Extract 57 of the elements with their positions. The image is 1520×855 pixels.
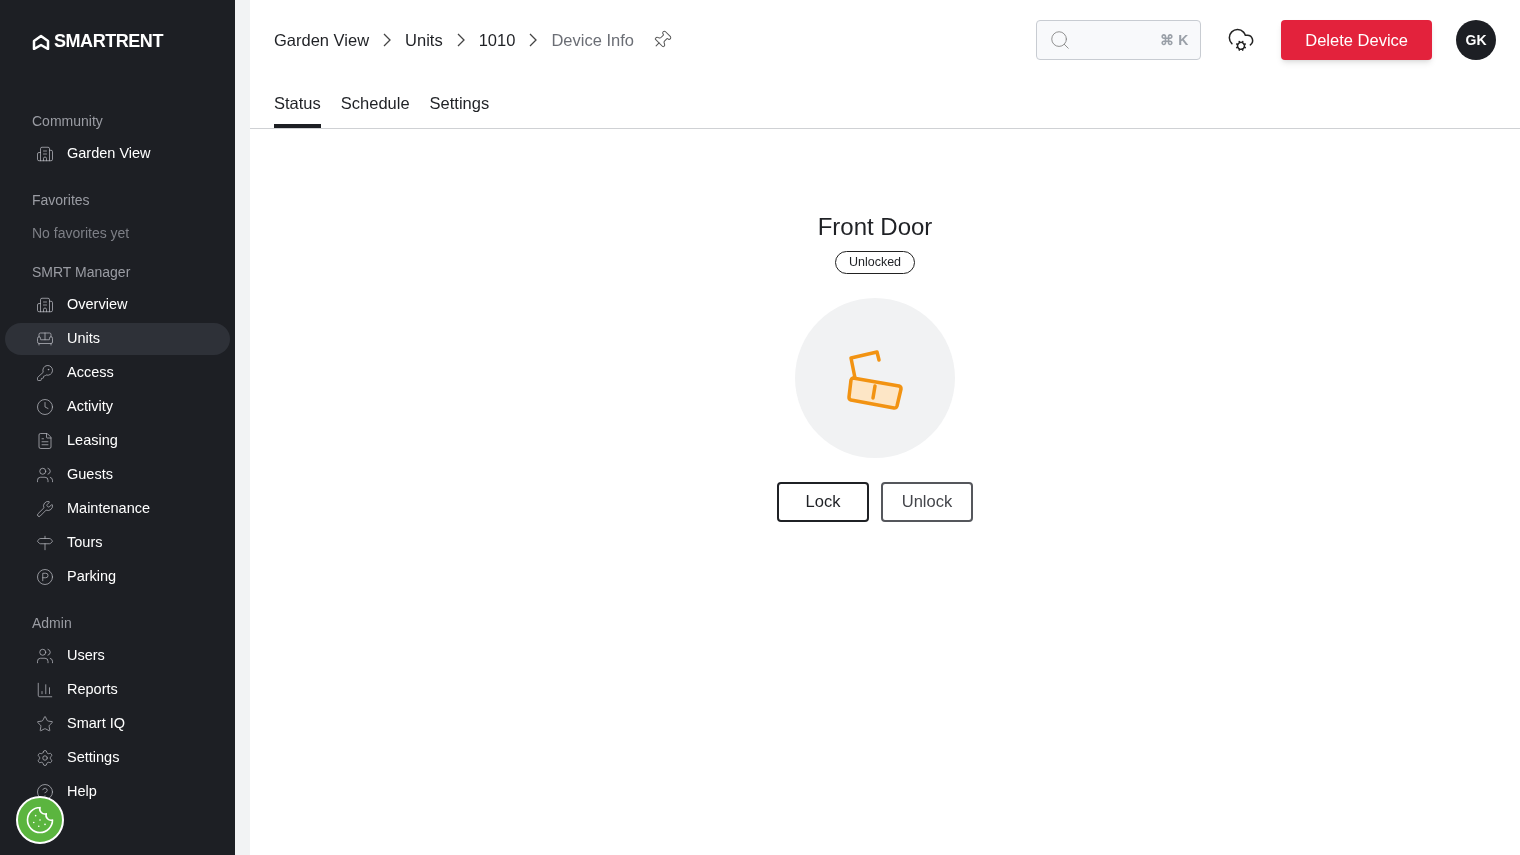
user-avatar[interactable]: GK: [1456, 20, 1496, 60]
sidebar-item[interactable]: Tours: [5, 527, 230, 559]
nav-icon: [36, 783, 54, 801]
nav-icon: [36, 398, 54, 416]
nav-icon: [36, 500, 54, 518]
nav-icon: [36, 466, 54, 484]
sidebar-item[interactable]: Guests: [5, 459, 230, 491]
breadcrumb-link[interactable]: Device Info: [551, 27, 634, 53]
nav-icon: [36, 432, 54, 450]
sidebar-item[interactable]: Maintenance: [5, 493, 230, 525]
cookie-icon: [25, 805, 55, 835]
sidebar-item[interactable]: Units: [5, 323, 230, 355]
nav-icon: [36, 364, 54, 382]
section-heading: Community: [31, 112, 104, 131]
delete-device-button[interactable]: Delete Device: [1281, 20, 1432, 60]
breadcrumb-link[interactable]: Garden View: [274, 27, 370, 53]
nav-icon: [36, 534, 54, 552]
chevron-right-icon: [383, 33, 392, 47]
sidebar-item[interactable]: Access: [5, 357, 230, 389]
sidebar-item[interactable]: Help: [5, 776, 230, 808]
nav-icon: [36, 715, 54, 733]
sidebar-item[interactable]: Reports: [5, 674, 230, 706]
cookie-button[interactable]: [16, 796, 64, 844]
lock-button[interactable]: Lock: [777, 481, 869, 522]
sidebar-item[interactable]: Leasing: [5, 425, 230, 457]
nav-icon: [36, 330, 54, 348]
breadcrumb-link[interactable]: 1010: [478, 27, 516, 53]
keyboard-shortcut: ⌘ K: [1160, 30, 1189, 50]
cloud-sync-icon[interactable]: [1227, 26, 1256, 54]
tab[interactable]: Status: [274, 91, 321, 128]
chevron-right-icon: [456, 33, 465, 47]
nav-icon: [36, 681, 54, 699]
section-heading: SMRT Manager: [31, 263, 132, 282]
sidebar-item[interactable]: Settings: [5, 742, 230, 774]
search-icon: [1049, 29, 1072, 51]
nav-icon: [36, 749, 54, 767]
tab[interactable]: Schedule: [340, 91, 410, 128]
logo-wordmark: SMARTRENT: [54, 30, 163, 53]
section-heading: Admin: [31, 614, 73, 633]
unlock-button[interactable]: Unlock: [881, 481, 973, 522]
section-heading: Favorites: [31, 191, 91, 210]
sidebar-item[interactable]: Overview: [5, 289, 230, 321]
nav-icon: [36, 568, 54, 586]
device-name: Front Door: [817, 212, 933, 242]
sidebar-item[interactable]: Users: [5, 640, 230, 672]
tab[interactable]: Settings: [429, 91, 490, 128]
house-logo-icon: [32, 33, 50, 50]
sidebar-item[interactable]: Smart IQ: [5, 708, 230, 740]
empty-favorites-text: No favorites yet: [31, 224, 131, 243]
sidebar-item[interactable]: Garden View: [5, 138, 230, 170]
sidebar-item[interactable]: Parking: [5, 561, 230, 593]
nav-icon: [36, 296, 54, 314]
nav-icon: [36, 647, 54, 665]
nav-icon: [36, 145, 54, 163]
sidebar-item[interactable]: Activity: [5, 391, 230, 423]
breadcrumb-link[interactable]: Units: [405, 27, 443, 53]
chevron-right-icon: [529, 33, 538, 47]
